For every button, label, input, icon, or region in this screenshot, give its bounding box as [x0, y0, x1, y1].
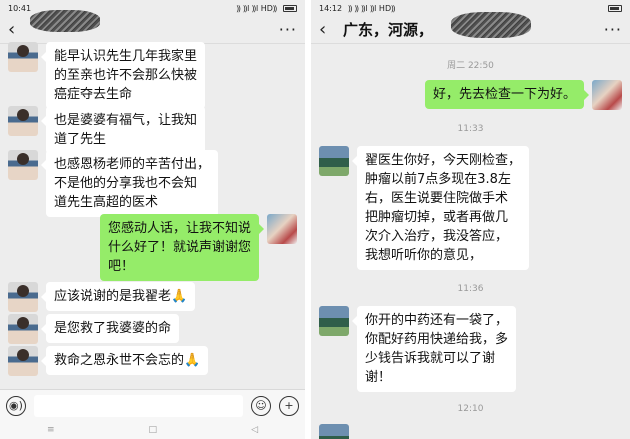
battery-icon	[608, 4, 622, 12]
redaction-scribble	[30, 10, 100, 32]
message-row	[319, 424, 349, 439]
avatar[interactable]	[592, 80, 622, 110]
avatar[interactable]	[8, 346, 38, 376]
message-row: 是您救了我婆婆的命	[8, 314, 180, 344]
message-bubble[interactable]: 救命之恩永世不会忘的🙏	[40, 346, 209, 375]
system-nav-bar: ≡ □ ◁	[0, 421, 305, 439]
message-bubble[interactable]: 也感恩杨老师的辛苦付出， 不是他的分享我也不会知 道先生高超的医术	[40, 150, 219, 217]
avatar[interactable]	[267, 214, 297, 244]
message-bubble[interactable]: 好，先去检查一下为好。	[424, 80, 590, 109]
avatar[interactable]	[8, 314, 38, 344]
signal-indicator: ⸩ ⸩ ⸩l ⸩l HD⸩	[348, 3, 396, 13]
timestamp: 11:33	[457, 124, 484, 134]
message-bubble[interactable]: 是您救了我婆婆的命	[40, 314, 180, 343]
menu-icon[interactable]: ≡	[47, 425, 55, 435]
timestamp: 11:36	[457, 284, 484, 294]
avatar[interactable]	[8, 42, 38, 72]
message-bubble[interactable]: 能早认识先生几年我家里 的至亲也许不会那么快被 癌症夺去生命	[40, 42, 206, 109]
timestamp: 周二 22:50	[447, 61, 494, 71]
message-row: 救命之恩永世不会忘的🙏	[8, 346, 209, 376]
message-row: 翟医生你好，今天刚检查， 肿瘤以前7点多现在3.8左 右，医生说要住院做手术 把…	[319, 146, 530, 270]
avatar[interactable]	[8, 106, 38, 136]
message-bubble[interactable]: 也是婆婆有福气，让我知 道了先生	[40, 106, 206, 154]
message-input[interactable]	[34, 394, 243, 417]
message-bubble[interactable]: 你开的中药还有一袋了， 你配好药用快递给我，多 少钱告诉我就可以了谢 谢！	[351, 306, 517, 392]
signal-indicator: ⸩ ⸩l ⸩l HD⸩	[236, 3, 277, 13]
home-icon[interactable]: □	[149, 425, 158, 435]
avatar[interactable]	[319, 146, 349, 176]
chat-input-bar: ◉) ☺ +	[0, 389, 305, 421]
timestamp: 12:10	[457, 404, 484, 414]
right-chat-screen: 14:12 ⸩ ⸩ ⸩l ⸩l HD⸩ ‹ 广东，河源， ··· 周二 22:5…	[311, 0, 630, 439]
avatar[interactable]	[8, 150, 38, 180]
message-row: 您感动人话，让我不知说 什么好了！就说声谢谢您 吧！	[99, 214, 297, 281]
message-bubble[interactable]: 翟医生你好，今天刚检查， 肿瘤以前7点多现在3.8左 右，医生说要住院做手术 把…	[351, 146, 530, 270]
avatar[interactable]	[319, 424, 349, 439]
back-arrow-icon[interactable]: ‹	[319, 19, 337, 40]
clock: 14:12	[319, 3, 343, 13]
message-row: 你开的中药还有一袋了， 你配好药用快递给我，多 少钱告诉我就可以了谢 谢！	[319, 306, 517, 392]
left-chat-screen: 10:41 ⸩ ⸩l ⸩l HD⸩ ‹ ··· 能早认识先生几年我家里 的至亲也…	[0, 0, 305, 439]
avatar[interactable]	[319, 306, 349, 336]
message-row: 应该说谢的是我翟老🙏	[8, 282, 196, 312]
clock: 10:41	[8, 3, 32, 13]
message-row: 也感恩杨老师的辛苦付出， 不是他的分享我也不会知 道先生高超的医术	[8, 150, 219, 217]
voice-icon[interactable]: ◉)	[6, 395, 26, 416]
emoji-icon[interactable]: ☺	[251, 395, 271, 416]
message-bubble[interactable]: 应该说谢的是我翟老🙏	[40, 282, 196, 311]
more-options-icon[interactable]: ···	[604, 20, 622, 39]
message-row: 好，先去检查一下为好。	[424, 80, 622, 110]
redaction-scribble	[451, 12, 531, 38]
plus-icon[interactable]: +	[279, 395, 299, 416]
message-bubble[interactable]: 您感动人话，让我不知说 什么好了！就说声谢谢您 吧！	[99, 214, 265, 281]
battery-icon	[283, 4, 297, 12]
message-row: 也是婆婆有福气，让我知 道了先生	[8, 106, 206, 154]
avatar[interactable]	[8, 282, 38, 312]
back-icon[interactable]: ◁	[251, 425, 258, 435]
more-options-icon[interactable]: ···	[279, 20, 297, 39]
message-row: 能早认识先生几年我家里 的至亲也许不会那么快被 癌症夺去生命	[8, 42, 206, 109]
back-arrow-icon[interactable]: ‹	[8, 19, 26, 40]
